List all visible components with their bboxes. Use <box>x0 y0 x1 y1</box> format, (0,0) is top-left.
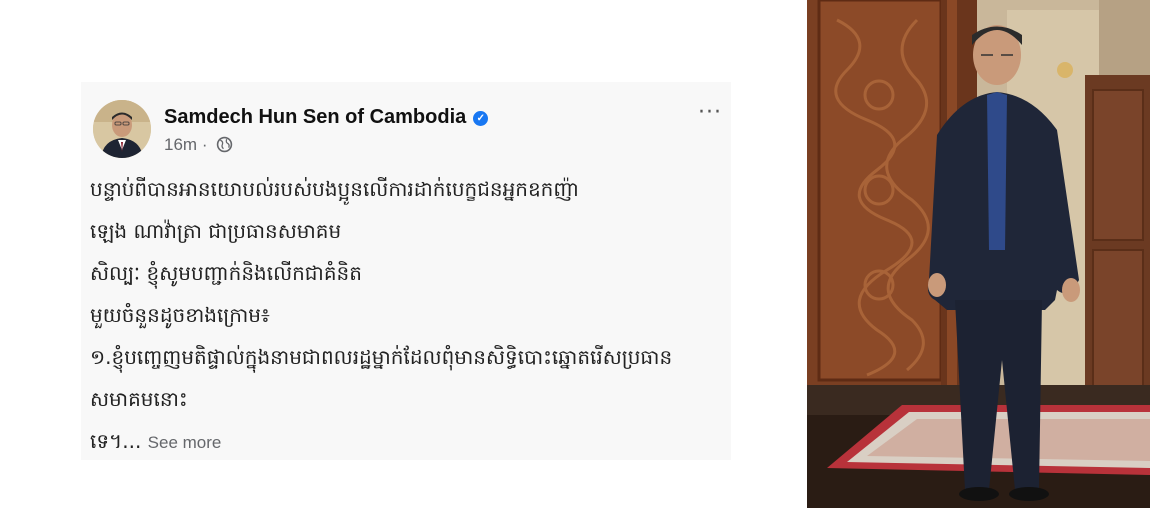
see-more-link[interactable]: See more <box>148 433 222 452</box>
avatar[interactable] <box>93 100 151 158</box>
avatar-photo <box>93 100 151 158</box>
post-time[interactable]: 16m <box>164 135 197 154</box>
verified-badge-icon: ✓ <box>473 111 489 126</box>
globe-icon <box>217 136 233 153</box>
post-card: Samdech Hun Sen of Cambodia ✓ 16m · ··· ប… <box>81 82 731 460</box>
post-line: សមាគមនោះ <box>90 387 188 411</box>
more-options-icon[interactable]: ··· <box>698 100 722 125</box>
post-line: បន្ទាប់ពីបានអានយោបល់របស់បងប្អូនលើការដាក់… <box>90 177 579 201</box>
post-body: បន្ទាប់ពីបានអានយោបល់របស់បងប្អូនលើការដាក់… <box>90 168 725 462</box>
post-line: សិល្បៈ ខ្ញុំសូមបញ្ជាក់និងលើកជាគំនិត <box>90 261 362 285</box>
post-line: មួយចំនួនដូចខាងក្រោម៖ <box>90 303 270 327</box>
post-line: ឡេង ណាវ៉ាត្រា ជាប្រធានសមាគម <box>90 219 342 243</box>
post-line: ១.ខ្ញុំបញ្ចេញមតិផ្ទាល់ក្នុងនាមជាពលរដ្ឋម្… <box>90 345 673 369</box>
author-name[interactable]: Samdech Hun Sen of Cambodia <box>164 106 466 128</box>
post-photo[interactable] <box>807 0 1150 508</box>
meta-separator: · <box>201 135 208 154</box>
author-line: Samdech Hun Sen of Cambodia ✓ <box>164 106 489 129</box>
truncated-text: ទេ។... <box>90 429 142 453</box>
post-last-line: ទេ។... See more <box>90 420 725 462</box>
photo-image <box>807 0 1150 508</box>
post-meta: 16m · <box>164 135 233 155</box>
